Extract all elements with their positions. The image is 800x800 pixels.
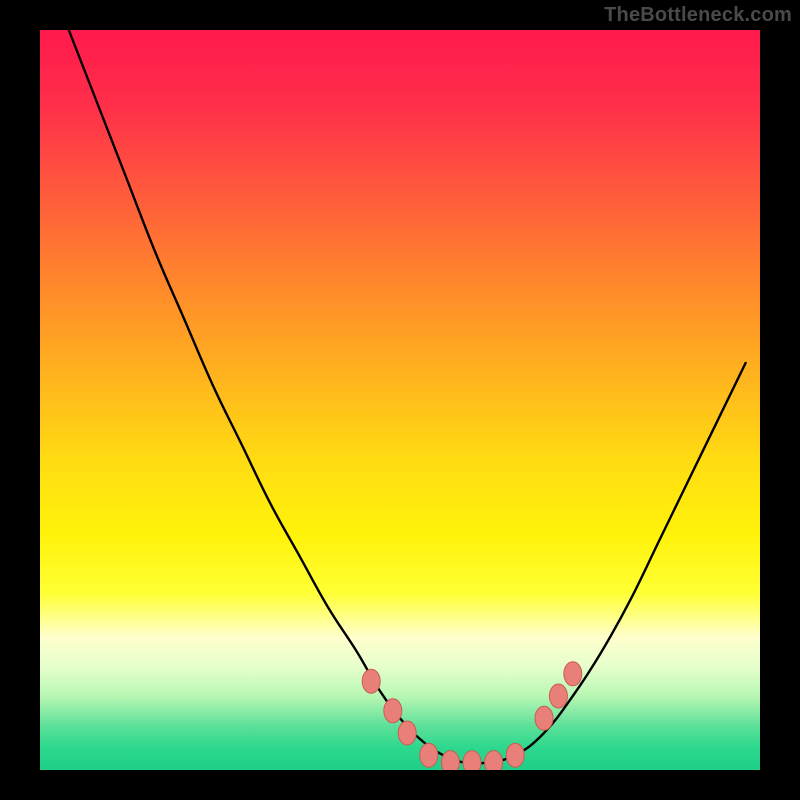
curve-marker [535, 706, 553, 730]
watermark-text: TheBottleneck.com [604, 4, 792, 27]
curve-markers [362, 662, 582, 770]
curve-marker [398, 721, 416, 745]
curve-marker [549, 684, 567, 708]
curve-marker [564, 662, 582, 686]
bottleneck-curve [69, 30, 746, 764]
curve-marker [463, 751, 481, 770]
curve-marker [441, 751, 459, 770]
plot-area [40, 30, 760, 770]
curve-marker [485, 751, 503, 770]
curve-marker [384, 699, 402, 723]
curve-marker [362, 669, 380, 693]
curve-marker [506, 743, 524, 767]
chart-frame: TheBottleneck.com [0, 0, 800, 800]
curve-marker [420, 743, 438, 767]
chart-svg [40, 30, 760, 770]
